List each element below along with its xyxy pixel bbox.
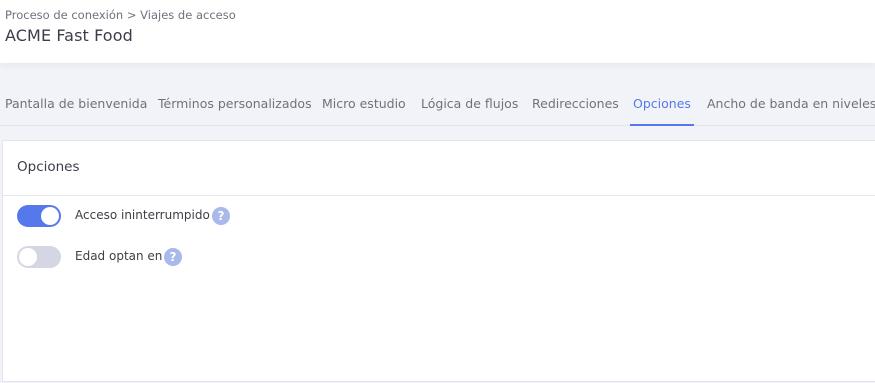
tab-redirecciones[interactable]: Redirecciones	[532, 82, 619, 126]
panel-divider	[3, 195, 875, 196]
option-label: Acceso ininterrumpido	[75, 208, 210, 222]
panel-title: Opciones	[17, 159, 80, 175]
tab-ancho-de-banda-en-niveles[interactable]: Ancho de banda en niveles	[707, 82, 875, 126]
option-label: Edad optan en	[75, 249, 163, 263]
breadcrumb[interactable]: Proceso de conexión > Viajes de acceso	[5, 8, 236, 22]
toggle-knob	[41, 207, 59, 225]
tab-bar: Pantalla de bienvenida Términos personal…	[0, 82, 875, 126]
options-panel: Opciones Acceso ininterrumpido ? Edad op…	[2, 140, 875, 382]
tab-opciones[interactable]: Opciones	[630, 82, 694, 126]
tab-terminos-personalizados[interactable]: Términos personalizados	[158, 82, 312, 126]
help-icon[interactable]: ?	[212, 207, 230, 225]
page-title: ACME Fast Food	[5, 26, 133, 45]
help-icon[interactable]: ?	[164, 248, 182, 266]
acceso-ininterrumpido-toggle[interactable]	[17, 205, 61, 227]
tab-micro-estudio[interactable]: Micro estudio	[322, 82, 406, 126]
toggle-knob	[19, 248, 37, 266]
tab-logica-de-flujos[interactable]: Lógica de flujos	[421, 82, 518, 126]
tab-pantalla-de-bienvenida[interactable]: Pantalla de bienvenida	[5, 82, 147, 126]
page-header: Proceso de conexión > Viajes de acceso A…	[0, 0, 875, 63]
edad-optan-en-toggle[interactable]	[17, 246, 61, 268]
